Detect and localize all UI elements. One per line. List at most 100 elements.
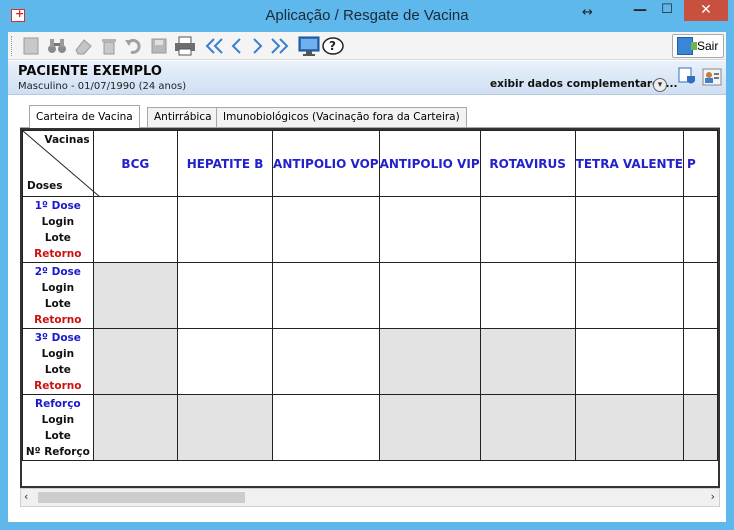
grid-cell[interactable]	[272, 262, 380, 329]
grid-cell[interactable]	[272, 394, 380, 461]
grid-cell[interactable]	[479, 196, 576, 263]
tab-imunobiologicos[interactable]: Imunobiológicos (Vacinação fora da Carte…	[216, 107, 467, 127]
lote-label: Lote	[44, 297, 71, 310]
close-button[interactable]: ✕	[684, 0, 728, 21]
last-icon[interactable]	[268, 35, 290, 57]
sair-label: Sair	[697, 39, 719, 53]
row-header-dose-2: 2º Dose Login Lote Retorno	[22, 262, 94, 329]
grid-cell	[682, 394, 718, 461]
grid-cell[interactable]	[574, 262, 684, 329]
new-icon[interactable]	[20, 35, 42, 57]
grid-cell[interactable]	[378, 196, 481, 263]
table-row: 3º Dose Login Lote Retorno	[22, 328, 718, 395]
sair-button[interactable]: Sair	[672, 34, 724, 58]
row-header-dose-3: 3º Dose Login Lote Retorno	[22, 328, 94, 395]
grid-cell[interactable]	[176, 196, 274, 263]
minimize-button[interactable]: —	[630, 2, 650, 20]
dose-label: Reforço	[35, 397, 81, 410]
patient-info: Masculino - 01/07/1990 (24 anos)	[18, 81, 187, 92]
retorno-label: Retorno	[34, 379, 82, 392]
resize-arrows-icon: ↔	[582, 5, 593, 20]
column-header-rotavirus[interactable]: ROTAVIRUS	[479, 130, 576, 197]
retorno-label: Retorno	[34, 247, 82, 260]
grid-cell	[92, 262, 178, 329]
table-row: 2º Dose Login Lote Retorno	[22, 262, 718, 329]
column-header-antipolio-vip[interactable]: ANTIPOLIO VIP	[378, 130, 481, 197]
patient-banner: PACIENTE EXEMPLO Masculino - 01/07/1990 …	[8, 61, 726, 95]
trash-icon[interactable]	[98, 35, 120, 57]
prev-icon[interactable]	[226, 35, 248, 57]
scrollbar-thumb[interactable]	[38, 492, 245, 503]
n-reforco-label: Nº Reforço	[25, 445, 90, 458]
row-header-reforco: Reforço Login Lote Nº Reforço	[22, 394, 94, 461]
column-header-tetra-valente[interactable]: TETRA VALENTE	[574, 130, 684, 197]
exibir-dados-link[interactable]: exibir dados complementares...	[490, 78, 677, 90]
column-header-antipolio-vop[interactable]: ANTIPOLIO VOP	[272, 130, 380, 197]
grid-cell[interactable]	[479, 262, 576, 329]
binoculars-icon[interactable]	[46, 35, 68, 57]
undo-icon[interactable]	[122, 35, 144, 57]
dose-label: 2º Dose	[34, 265, 81, 278]
grid-cell[interactable]	[682, 262, 718, 329]
vaccine-grid-panel: Vacinas Doses BCG HEPATITE B ANTIPOLIO V…	[20, 128, 720, 488]
grid-cell[interactable]	[272, 196, 380, 263]
grid-cell[interactable]	[176, 262, 274, 329]
column-header-bcg[interactable]: BCG	[92, 130, 178, 197]
save-icon[interactable]	[148, 35, 170, 57]
next-icon[interactable]	[246, 35, 268, 57]
grid-cell	[479, 328, 576, 395]
shield-document-icon[interactable]	[678, 67, 696, 87]
dose-label: 3º Dose	[34, 331, 81, 344]
title-bar[interactable]: Aplicação / Resgate de Vacina ↔ — ☐ ✕	[0, 0, 734, 32]
grid-cell[interactable]	[682, 328, 718, 395]
lote-label: Lote	[44, 363, 71, 376]
grid-cell	[479, 394, 576, 461]
monitor-icon[interactable]	[298, 35, 320, 57]
client-area: ? Sair PACIENTE EXEMPLO Masculino - 01/0…	[8, 32, 726, 522]
grid-cell[interactable]	[574, 328, 684, 395]
eraser-icon[interactable]	[72, 35, 94, 57]
table-row: Reforço Login Lote Nº Reforço	[22, 394, 718, 461]
column-header-partial[interactable]: P	[682, 130, 718, 197]
scroll-right-icon[interactable]: ›	[711, 490, 715, 503]
chevron-down-icon[interactable]: ▾	[653, 78, 667, 92]
help-icon[interactable]: ?	[322, 35, 344, 57]
grid-cell	[176, 394, 274, 461]
login-label: Login	[41, 413, 75, 426]
horizontal-scrollbar[interactable]: ‹ ›	[20, 488, 720, 507]
corner-doses-label: Doses	[27, 180, 63, 192]
print-icon[interactable]	[174, 35, 196, 57]
grid-cell	[378, 328, 481, 395]
dose-label: 1º Dose	[34, 199, 81, 212]
retorno-label: Retorno	[34, 313, 82, 326]
grid-corner: Vacinas Doses	[22, 130, 100, 197]
app-window: Aplicação / Resgate de Vacina ↔ — ☐ ✕	[0, 0, 734, 530]
svg-text:?: ?	[329, 39, 336, 53]
grid-cell[interactable]	[272, 328, 380, 395]
vaccine-grid: Vacinas Doses BCG HEPATITE B ANTIPOLIO V…	[22, 130, 718, 461]
toolbar: ? Sair	[8, 32, 726, 60]
user-card-icon[interactable]	[702, 67, 722, 87]
login-label: Login	[41, 215, 75, 228]
tab-antirrabica[interactable]: Antirrábica	[147, 107, 219, 127]
grid-cell[interactable]	[682, 196, 718, 263]
row-header-dose-1: 1º Dose Login Lote Retorno	[22, 196, 94, 263]
tab-carteira-de-vacina[interactable]: Carteira de Vacina	[29, 105, 140, 128]
grid-cell[interactable]	[176, 328, 274, 395]
grid-header-row: Vacinas Doses BCG HEPATITE B ANTIPOLIO V…	[22, 130, 718, 197]
scroll-left-icon[interactable]: ‹	[24, 490, 28, 503]
grid-cell[interactable]	[574, 196, 684, 263]
lote-label: Lote	[44, 231, 71, 244]
patient-name: PACIENTE EXEMPLO	[18, 64, 162, 79]
maximize-button[interactable]: ☐	[656, 2, 678, 20]
toolbar-grip[interactable]	[11, 36, 14, 56]
grid-cell[interactable]	[92, 196, 178, 263]
login-label: Login	[41, 347, 75, 360]
lote-label: Lote	[44, 429, 71, 442]
window-title: Aplicação / Resgate de Vacina	[265, 7, 469, 24]
first-icon[interactable]	[204, 35, 226, 57]
corner-vacinas-label: Vacinas	[44, 134, 90, 146]
column-header-hepatite-b[interactable]: HEPATITE B	[176, 130, 274, 197]
grid-cell[interactable]	[378, 262, 481, 329]
grid-cell	[378, 394, 481, 461]
